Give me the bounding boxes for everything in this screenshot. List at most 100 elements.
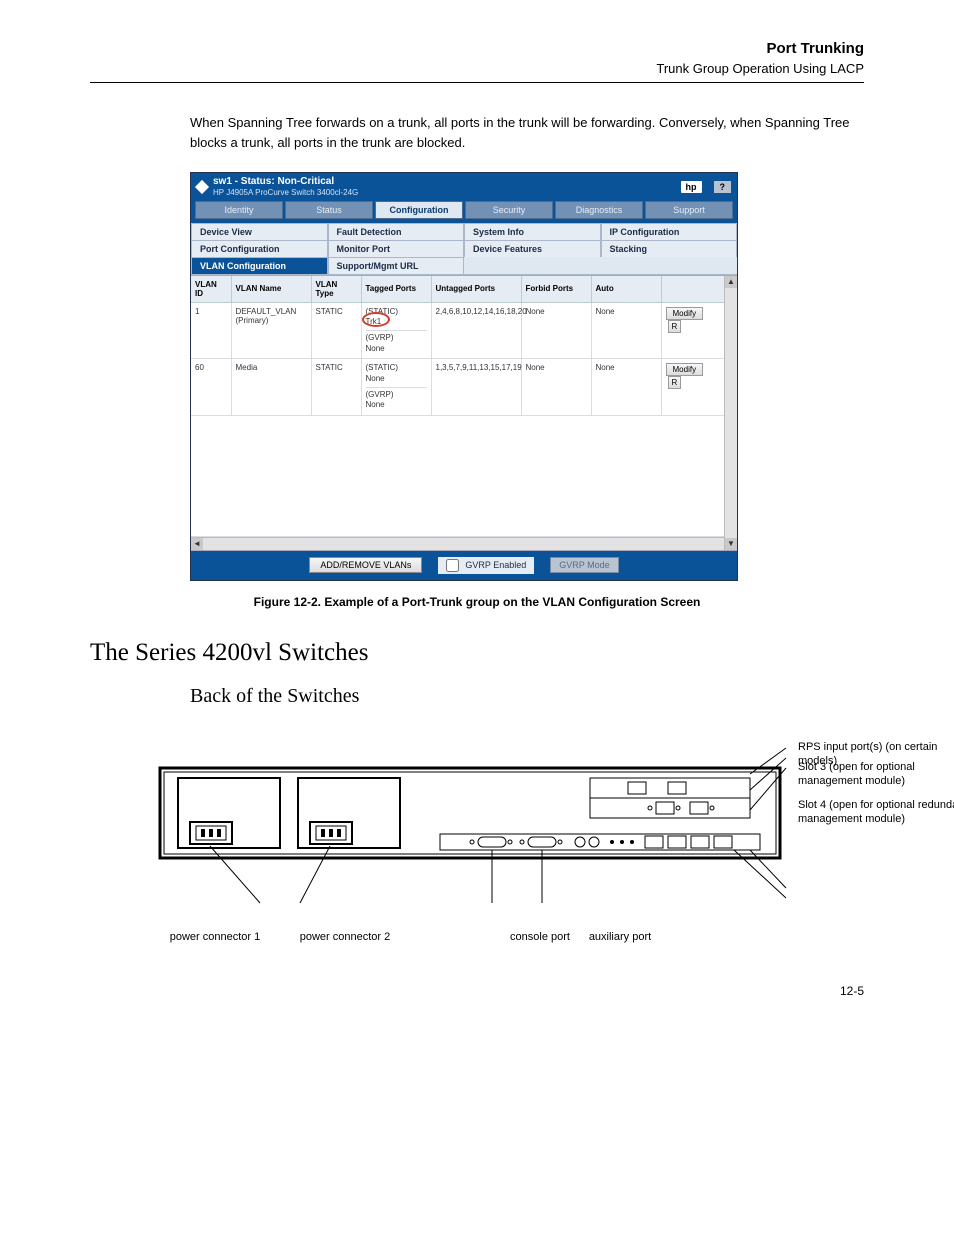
primary-tabs: Identity Status Configuration Security D…: [191, 201, 737, 223]
scroll-down-arrow-icon[interactable]: ▼: [725, 538, 737, 550]
tagged-static-value: Trk1: [366, 317, 427, 327]
cell-vlan-id: 1: [191, 302, 231, 359]
col-vlan-type: VLAN Type: [311, 276, 361, 303]
col-auto: Auto: [591, 276, 661, 303]
cell-vlan-name: DEFAULT_VLAN (Primary): [231, 302, 311, 359]
page-number: 12-5: [90, 984, 864, 998]
label-auxiliary: auxiliary port: [580, 930, 660, 944]
h3-back: Back of the Switches: [190, 685, 864, 708]
header-rule: [90, 82, 864, 83]
col-forbid-ports: Forbid Ports: [521, 276, 591, 303]
window-titlebar: sw1 - Status: Non-Critical HP J4905A Pro…: [191, 173, 737, 201]
r-button[interactable]: R: [668, 320, 682, 333]
cell-vlan-id: 60: [191, 359, 231, 416]
subtab-port-configuration[interactable]: Port Configuration: [191, 240, 328, 257]
cell-tagged-ports: (STATIC) Trk1 (GVRP) None: [361, 302, 431, 359]
vlan-table: VLAN ID VLAN Name VLAN Type Tagged Ports…: [191, 276, 726, 416]
subtab-fault-detection[interactable]: Fault Detection: [328, 223, 465, 240]
col-vlan-id: VLAN ID: [191, 276, 231, 303]
power-connector-2-icon: [310, 822, 352, 844]
tab-security[interactable]: Security: [465, 201, 553, 219]
scroll-left-arrow-icon[interactable]: ◄: [191, 538, 203, 550]
subtab-ip-configuration[interactable]: IP Configuration: [601, 223, 738, 240]
hp-logo: hp: [681, 181, 702, 193]
figure-caption: Figure 12-2. Example of a Port-Trunk gro…: [90, 595, 864, 609]
back-panel-svg: [150, 718, 790, 918]
subtab-device-view[interactable]: Device View: [191, 223, 328, 240]
col-actions: [661, 276, 725, 303]
subtab-vlan-configuration[interactable]: VLAN Configuration: [191, 257, 328, 274]
h2-series: The Series 4200vl Switches: [90, 639, 864, 667]
vertical-scrollbar[interactable]: ▲ ▼: [724, 276, 737, 550]
tagged-static-label: (STATIC): [366, 363, 427, 373]
subtab-monitor-port[interactable]: Monitor Port: [328, 240, 465, 257]
cell-actions: Modify R: [661, 359, 725, 416]
auxiliary-port-icon: [520, 837, 562, 847]
gvrp-enabled-text: GVRP Enabled: [465, 560, 526, 570]
power-connector-1-icon: [190, 822, 232, 844]
scroll-track[interactable]: [203, 538, 725, 550]
modify-button[interactable]: Modify: [666, 363, 704, 376]
section-subheading: Trunk Group Operation Using LACP: [90, 61, 864, 76]
label-console: console port: [500, 930, 580, 944]
cell-untagged: 2,4,6,8,10,12,14,16,18,20: [431, 302, 521, 359]
scroll-track[interactable]: [725, 288, 737, 538]
window-subtitle: HP J4905A ProCurve Switch 3400cl-24G: [213, 188, 675, 198]
cell-auto: None: [591, 359, 661, 416]
intro-paragraph: When Spanning Tree forwards on a trunk, …: [190, 113, 864, 152]
vlan-table-wrap: ▲ ▼ VLAN ID VLAN Name VLAN Type Tagged P…: [191, 275, 737, 551]
label-power2: power connector 2: [280, 930, 410, 944]
cell-vlan-type: STATIC: [311, 302, 361, 359]
cell-tagged-ports: (STATIC) None (GVRP) None: [361, 359, 431, 416]
tagged-static-value: None: [366, 374, 427, 384]
back-panel-diagram: RPS input port(s) (on certain models) Sl…: [150, 718, 790, 944]
tab-configuration[interactable]: Configuration: [375, 201, 463, 219]
cell-actions: Modify R: [661, 302, 725, 359]
col-tagged-ports: Tagged Ports: [361, 276, 431, 303]
label-power1: power connector 1: [150, 930, 280, 944]
table-row: 1 DEFAULT_VLAN (Primary) STATIC (STATIC)…: [191, 302, 725, 359]
horizontal-scrollbar[interactable]: ◄ ►: [191, 537, 737, 550]
label-slot4: Slot 4 (open for optional redundant mana…: [798, 798, 954, 827]
table-header-row: VLAN ID VLAN Name VLAN Type Tagged Ports…: [191, 276, 725, 303]
tagged-gvrp-label: (GVRP): [366, 387, 427, 400]
cell-forbid: None: [521, 302, 591, 359]
tab-identity[interactable]: Identity: [195, 201, 283, 219]
console-port-icon: [470, 837, 512, 847]
col-vlan-name: VLAN Name: [231, 276, 311, 303]
tagged-static-label: (STATIC): [366, 307, 427, 317]
tagged-gvrp-value: None: [366, 400, 427, 410]
subtab-device-features[interactable]: Device Features: [464, 240, 601, 257]
sub-tabs: Device View Fault Detection System Info …: [191, 223, 737, 275]
scroll-up-arrow-icon[interactable]: ▲: [725, 276, 737, 288]
switch-admin-window: sw1 - Status: Non-Critical HP J4905A Pro…: [190, 172, 738, 581]
table-empty-area: [191, 416, 725, 537]
cell-vlan-name: Media: [231, 359, 311, 416]
col-untagged-ports: Untagged Ports: [431, 276, 521, 303]
add-remove-vlans-button[interactable]: ADD/REMOVE VLANs: [309, 557, 422, 573]
cell-forbid: None: [521, 359, 591, 416]
tab-support[interactable]: Support: [645, 201, 733, 219]
tab-status[interactable]: Status: [285, 201, 373, 219]
help-button[interactable]: ?: [714, 181, 732, 193]
subtab-support-mgmt-url[interactable]: Support/Mgmt URL: [328, 257, 465, 274]
cell-vlan-type: STATIC: [311, 359, 361, 416]
section-heading: Port Trunking: [90, 40, 864, 57]
status-diamond-icon: [195, 180, 209, 194]
tab-diagnostics[interactable]: Diagnostics: [555, 201, 643, 219]
cell-auto: None: [591, 302, 661, 359]
r-button[interactable]: R: [668, 376, 682, 389]
modify-button[interactable]: Modify: [666, 307, 704, 320]
subtab-system-info[interactable]: System Info: [464, 223, 601, 240]
table-row: 60 Media STATIC (STATIC) None (GVRP) Non…: [191, 359, 725, 416]
label-slot3: Slot 3 (open for optional management mod…: [798, 760, 954, 789]
cell-untagged: 1,3,5,7,9,11,13,15,17,19: [431, 359, 521, 416]
subtab-stacking[interactable]: Stacking: [601, 240, 738, 257]
tagged-gvrp-label: (GVRP): [366, 330, 427, 343]
tagged-gvrp-value: None: [366, 344, 427, 354]
window-footer: ADD/REMOVE VLANs GVRP Enabled GVRP Mode: [191, 551, 737, 580]
gvrp-mode-button[interactable]: GVRP Mode: [550, 557, 618, 573]
window-title: sw1 - Status: Non-Critical: [213, 176, 675, 188]
gvrp-enabled-label: GVRP Enabled: [438, 557, 534, 574]
gvrp-enabled-checkbox[interactable]: [446, 559, 459, 572]
